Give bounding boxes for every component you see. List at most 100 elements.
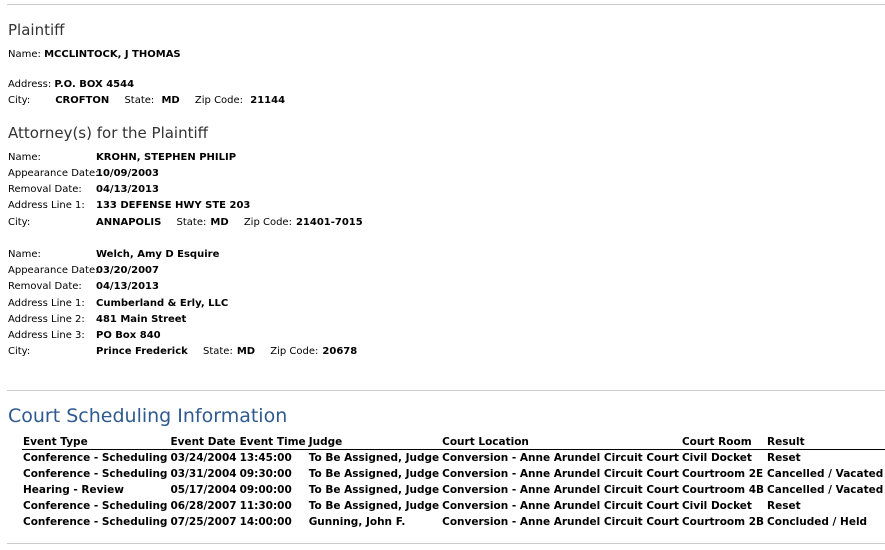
plaintiff-city-label: City: [8,95,31,106]
attorney-2-city-row: City: Prince Frederick State: MD Zip Code:… [8,345,357,358]
cell-court-location: Conversion - Anne Arundel Circuit Court [442,500,679,512]
plaintiff-address: P.O. BOX 4544 [54,79,135,90]
col-court-room: Court Room [680,435,767,450]
table-row: Conference - Scheduling 03/31/2004 09:30… [22,466,885,482]
attorney-city: Prince Frederick [96,346,188,357]
attorney-appearance-date: 10/09/2003 [96,168,159,179]
attorney-name-label: Name: [8,249,41,260]
attorney-city-label: City: [8,217,31,228]
section-divider [7,390,885,391]
attorney-appearance-label: Appearance Date: [8,168,99,179]
cell-result: Reset [767,452,801,464]
top-divider [7,4,885,5]
col-result: Result [766,435,885,450]
attorney-state: MD [236,346,256,357]
plaintiff-city: CROFTON [55,95,110,106]
attorney-addr1: Cumberland & Erly, LLC [96,298,229,309]
table-row: Conference - Scheduling 03/24/2004 13:45… [22,450,885,467]
cell-event-time: 11:30:00 [239,500,292,512]
attorney-zip-label: Zip Code: [270,346,319,357]
col-event-time: Event Time [238,435,308,450]
attorney-2-addr1-row: Address Line 1: Cumberland & Erly, LLC [8,297,228,310]
cell-event-time: 13:45:00 [239,452,292,464]
court-scheduling-title: Court Scheduling Information [8,405,288,427]
attorney-addr1: 133 DEFENSE HWY STE 203 [96,200,251,211]
cell-judge: To Be Assigned, Judge [308,468,440,480]
plaintiff-city-row: City: CROFTON State: MD Zip Code: 21144 [8,94,285,107]
attorney-addr3: PO Box 840 [96,330,161,341]
col-court-location: Court Location [441,435,681,450]
cell-judge: To Be Assigned, Judge [308,500,440,512]
attorney-removal-label: Removal Date: [8,184,82,195]
cell-event-date: 05/17/2004 [170,484,237,496]
court-scheduling-table: Event Type Event Date Event Time Judge C… [22,435,885,530]
plaintiff-name: MCCLINTOCK, J THOMAS [44,49,181,60]
cell-event-type: Conference - Scheduling [23,500,168,512]
attorney-1-appearance-row: Appearance Date:10/09/2003 [8,167,159,180]
attorney-2-addr3-row: Address Line 3: PO Box 840 [8,329,161,342]
attorney-2-name-row: Name: Welch, Amy D Esquire [8,248,219,261]
cell-result: Cancelled / Vacated [767,484,884,496]
plaintiff-state-label: State: [124,95,155,106]
cell-court-room: Courtroom 2E [681,468,764,480]
plaintiff-section-title: Plaintiff [8,21,65,39]
cell-event-type: Conference - Scheduling [23,452,168,464]
cell-court-room: Civil Docket [681,452,752,464]
attorney-state: MD [210,217,229,228]
attorney-name: Welch, Amy D Esquire [96,249,220,260]
attorney-addr1-label: Address Line 1: [8,200,85,211]
attorneys-section-title: Attorney(s) for the Plaintiff [8,124,208,142]
attorney-1-addr1-row: Address Line 1: 133 DEFENSE HWY STE 203 [8,199,250,212]
col-event-date: Event Date [169,435,239,450]
attorney-removal-label: Removal Date: [8,281,82,292]
col-event-type: Event Type [22,435,170,450]
bottom-divider [7,543,885,544]
attorney-state-label: State: [176,217,207,228]
cell-result: Reset [767,500,801,512]
attorney-removal-date: 04/13/2013 [96,184,159,195]
cell-event-time: 09:30:00 [239,468,292,480]
attorney-state-label: State: [202,346,233,357]
cell-event-type: Hearing - Review [23,484,124,496]
plaintiff-zip: 21144 [250,95,286,106]
plaintiff-address-row: Address: P.O. BOX 4544 [8,78,134,91]
plaintiff-address-label: Address: [8,79,52,90]
attorney-2-removal-row: Removal Date: 04/13/2013 [8,280,159,293]
cell-court-location: Conversion - Anne Arundel Circuit Court [442,516,679,528]
attorney-2-addr2-row: Address Line 2: 481 Main Street [8,313,186,326]
cell-event-date: 06/28/2007 [170,500,237,512]
attorney-zip: 20678 [322,346,358,357]
attorney-appearance-label: Appearance Date: [8,265,99,276]
cell-event-date: 03/24/2004 [170,452,237,464]
col-judge: Judge [307,435,442,450]
attorney-addr1-label: Address Line 1: [8,298,85,309]
attorney-1-name-row: Name: KROHN, STEPHEN PHILIP [8,151,236,164]
cell-event-date: 07/25/2007 [170,516,237,528]
attorney-appearance-date: 03/20/2007 [96,265,159,276]
attorney-name: KROHN, STEPHEN PHILIP [96,152,237,163]
attorney-addr3-label: Address Line 3: [8,330,85,341]
cell-judge: To Be Assigned, Judge [308,452,440,464]
table-header-row: Event Type Event Date Event Time Judge C… [22,435,885,450]
plaintiff-state: MD [161,95,180,106]
plaintiff-name-row: Name: MCCLINTOCK, J THOMAS [8,48,181,61]
cell-event-date: 03/31/2004 [170,468,237,480]
cell-court-room: Courtroom 4B [681,484,765,496]
attorney-zip: 21401-7015 [295,217,363,228]
attorney-zip-label: Zip Code: [243,217,292,228]
attorney-city-label: City: [8,346,31,357]
cell-event-type: Conference - Scheduling [23,468,168,480]
table-row: Hearing - Review 05/17/2004 09:00:00 To … [22,482,885,498]
attorney-addr2-label: Address Line 2: [8,314,85,325]
attorney-addr2: 481 Main Street [96,314,187,325]
cell-event-time: 14:00:00 [239,516,292,528]
cell-court-location: Conversion - Anne Arundel Circuit Court [442,484,679,496]
table-row: Conference - Scheduling 07/25/2007 14:00… [22,514,885,530]
attorney-city: ANNAPOLIS [96,217,162,228]
cell-event-time: 09:00:00 [239,484,292,496]
table-row: Conference - Scheduling 06/28/2007 11:30… [22,498,885,514]
attorney-name-label: Name: [8,152,41,163]
cell-court-location: Conversion - Anne Arundel Circuit Court [442,452,679,464]
cell-court-room: Civil Docket [681,500,752,512]
attorney-2-appearance-row: Appearance Date:03/20/2007 [8,264,159,277]
